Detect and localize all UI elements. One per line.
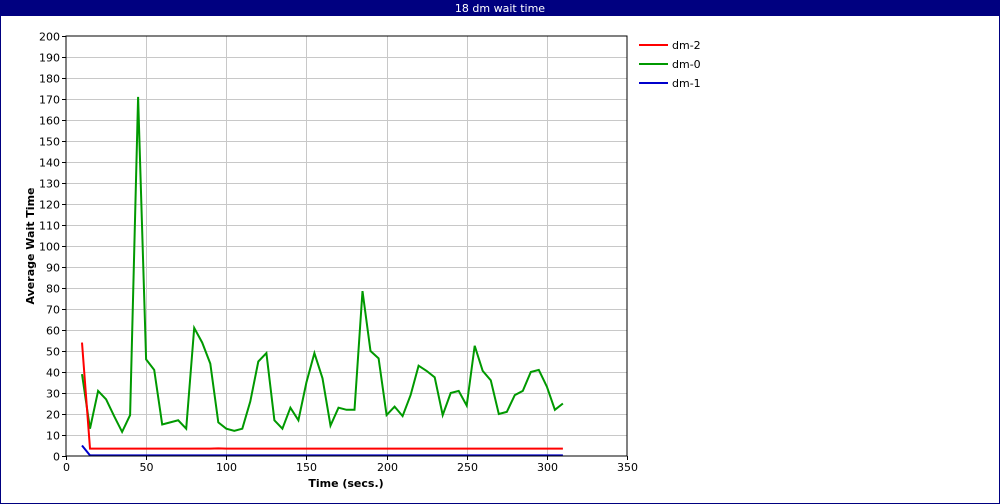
y-tick-label: 120 <box>39 199 60 212</box>
x-tick-label: 150 <box>296 461 317 474</box>
x-tick-label: 250 <box>457 461 478 474</box>
y-tick-label: 200 <box>39 31 60 44</box>
y-tick-label: 80 <box>46 283 60 296</box>
x-tick-label: 200 <box>377 461 398 474</box>
y-tick-label: 50 <box>46 346 60 359</box>
legend-label-dm-2: dm-2 <box>672 39 701 52</box>
line-chart: 0 50 100 150 200 250 300 350 0 10 20 30 40 50 60 70 80 90… <box>24 31 701 491</box>
y-tick-label: 40 <box>46 367 60 380</box>
x-tick-label: 50 <box>140 461 154 474</box>
y-tick-label: 70 <box>46 304 60 317</box>
x-tick-label: 350 <box>617 461 638 474</box>
y-tick-label: 150 <box>39 136 60 149</box>
legend: dm-2 dm-0 dm-1 <box>639 39 701 90</box>
x-tick-label: 0 <box>63 461 70 474</box>
y-tick-label: 160 <box>39 115 60 128</box>
y-tick-label: 10 <box>46 430 60 443</box>
grid <box>66 36 627 456</box>
x-tick-label: 100 <box>216 461 237 474</box>
y-tick-label: 90 <box>46 262 60 275</box>
y-tick-label: 0 <box>53 451 60 464</box>
y-tick-label: 180 <box>39 73 60 86</box>
chart-window: 18 dm wait time 0 50 100 150 200 250 300 350 0 10… <box>0 0 1000 504</box>
y-tick-label: 20 <box>46 409 60 422</box>
x-axis-title: Time (secs.) <box>308 477 383 490</box>
legend-label-dm-0: dm-0 <box>672 58 701 71</box>
y-tick-label: 100 <box>39 241 60 254</box>
y-tick-label: 170 <box>39 94 60 107</box>
y-tick-label: 140 <box>39 157 60 170</box>
x-tick-label: 300 <box>537 461 558 474</box>
y-axis-title: Average Wait Time <box>24 188 37 305</box>
y-tick-label: 60 <box>46 325 60 338</box>
legend-label-dm-1: dm-1 <box>672 77 701 90</box>
y-tick-label: 130 <box>39 178 60 191</box>
y-tick-label: 190 <box>39 52 60 65</box>
y-tick-label: 110 <box>39 220 60 233</box>
y-tick-label: 30 <box>46 388 60 401</box>
